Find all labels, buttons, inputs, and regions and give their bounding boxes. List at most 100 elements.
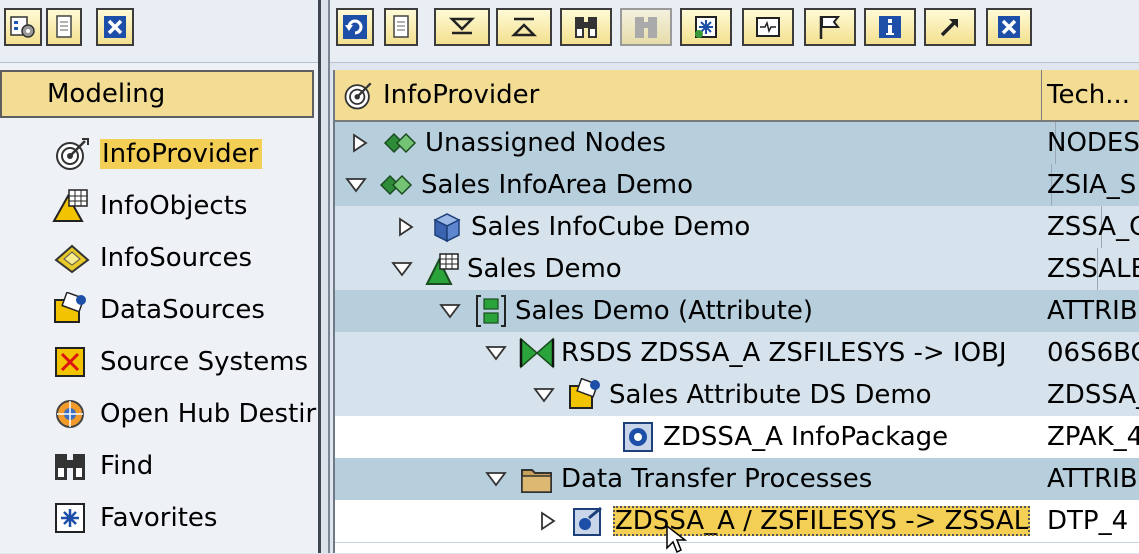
tree-toolbar xyxy=(330,0,1139,63)
datasource-icon xyxy=(569,378,600,409)
collapse-arrow-icon[interactable] xyxy=(533,384,555,406)
mouse-pointer-icon xyxy=(666,524,688,554)
tree-row[interactable]: Sales InfoCube Demo ZSSA_C xyxy=(335,206,1139,249)
tree-row-label: Sales Attribute DS Demo xyxy=(609,380,932,410)
info-button[interactable] xyxy=(864,8,916,46)
collapse-arrow-icon[interactable] xyxy=(345,174,367,196)
collapse-arrow-icon[interactable] xyxy=(485,468,507,490)
tree-row-selected[interactable]: ZDSSA_A / ZSFILESYS -> ZSSAL DTP_4 xyxy=(335,500,1139,543)
nav-item-open-hub[interactable]: Open Hub Destir xyxy=(52,391,318,437)
add-favorite-button[interactable] xyxy=(680,8,732,46)
collapse-all-icon xyxy=(510,17,538,37)
collapse-arrow-icon[interactable] xyxy=(485,342,507,364)
tree-row-tech: ZSIA_S xyxy=(1047,170,1137,200)
nav-item-source-systems[interactable]: Source Systems xyxy=(52,339,318,385)
tree-row-tech: 06S6BC xyxy=(1047,338,1139,368)
nav-item-label: InfoObjects xyxy=(100,191,248,221)
infoobject-icon xyxy=(52,189,88,222)
tree-row[interactable]: Sales Demo (Attribute) ATTRIB xyxy=(335,290,1139,333)
column-header-tech[interactable]: Tech... xyxy=(1043,70,1139,120)
nav-item-favorites[interactable]: Favorites xyxy=(52,495,318,541)
open-hub-icon xyxy=(56,400,84,428)
find-next-button[interactable] xyxy=(620,8,672,46)
flag-icon xyxy=(819,16,841,39)
nav-item-infoprovider[interactable]: InfoProvider xyxy=(52,131,318,177)
find-next-icon xyxy=(635,17,657,38)
tree-row-label: Data Transfer Processes xyxy=(561,464,873,494)
infoarea-icon xyxy=(383,132,417,154)
modeling-header[interactable]: Modeling xyxy=(0,70,314,118)
info-icon xyxy=(879,16,901,38)
nav-item-label: Favorites xyxy=(100,503,218,533)
column-header-infoprovider[interactable]: InfoProvider xyxy=(335,70,1042,120)
tree-column-header: InfoProvider Tech... xyxy=(335,70,1139,122)
tree-row-tech: ZPAK_4 xyxy=(1047,422,1139,452)
binoculars-icon xyxy=(55,454,85,480)
nav-item-infoobjects[interactable]: InfoObjects xyxy=(52,183,318,229)
collapse-arrow-icon[interactable] xyxy=(391,258,413,280)
document-button[interactable] xyxy=(384,8,418,46)
expand-arrow-icon[interactable] xyxy=(349,132,371,154)
nav-item-label: DataSources xyxy=(100,295,265,325)
tree-row-label: Sales InfoCube Demo xyxy=(471,212,751,242)
find-button[interactable] xyxy=(560,8,612,46)
transformation-icon xyxy=(519,337,555,369)
display-button[interactable] xyxy=(742,8,794,46)
close-button[interactable] xyxy=(986,8,1032,46)
collapse-arrow-icon[interactable] xyxy=(439,300,461,322)
tree-row-label: Sales Demo xyxy=(467,254,622,284)
jump-button[interactable] xyxy=(924,8,976,46)
tree-row-label: Sales Demo (Attribute) xyxy=(515,296,814,326)
expand-all-button[interactable] xyxy=(434,8,490,46)
nav-item-label: Open Hub Destir xyxy=(100,399,317,429)
nav-item-label: Find xyxy=(100,451,154,481)
close-button[interactable] xyxy=(96,8,134,46)
expand-arrow-icon[interactable] xyxy=(395,216,417,238)
tree-row-label: Sales InfoArea Demo xyxy=(421,170,694,200)
tree-row[interactable]: Data Transfer Processes ATTRIB xyxy=(335,458,1139,501)
arrow-icon xyxy=(940,19,958,37)
infoobject-icon xyxy=(425,253,459,285)
refresh-icon xyxy=(343,15,367,39)
infoarea-icon xyxy=(379,174,413,196)
dtp-icon xyxy=(573,506,602,536)
tree-row[interactable]: ZDSSA_A InfoPackage ZPAK_4 xyxy=(335,416,1139,459)
tree-row-tech: ZSSA_C xyxy=(1047,212,1139,242)
document-icon xyxy=(56,15,72,38)
pane-splitter[interactable] xyxy=(318,0,330,553)
navigation-toolbar xyxy=(0,0,318,63)
flag-button[interactable] xyxy=(804,8,856,46)
column-label: Tech... xyxy=(1047,80,1131,110)
tree-row-label: ZDSSA_A InfoPackage xyxy=(663,422,949,452)
tree-row[interactable]: Sales Demo ZSSALE xyxy=(335,248,1139,291)
tree-row[interactable]: Sales InfoArea Demo ZSIA_S xyxy=(335,164,1139,207)
refresh-button[interactable] xyxy=(336,8,374,46)
tree-row[interactable]: Sales Attribute DS Demo ZDSSA_ xyxy=(335,374,1139,417)
close-icon xyxy=(998,16,1020,38)
infoprovider-icon xyxy=(56,138,89,170)
tree-row-label: Unassigned Nodes xyxy=(425,128,666,158)
nav-item-datasources[interactable]: DataSources xyxy=(52,287,318,333)
display-icon xyxy=(756,17,780,37)
nav-item-label: InfoSources xyxy=(100,243,253,273)
collapse-all-button[interactable] xyxy=(496,8,552,46)
tree-row-label: RSDS ZDSSA_A ZSFILESYS -> IOBJ xyxy=(561,338,1007,368)
nav-item-label: InfoProvider xyxy=(100,139,263,169)
infocube-icon xyxy=(433,213,461,243)
folder-icon xyxy=(521,469,552,493)
expand-arrow-icon[interactable] xyxy=(537,510,559,532)
close-icon xyxy=(104,16,126,38)
navigation-pane: Modeling InfoProvider InfoObjects InfoSo… xyxy=(0,0,318,553)
tree-row[interactable]: Unassigned Nodes NODES xyxy=(335,122,1139,165)
tree-settings-button[interactable] xyxy=(4,8,42,46)
favorite-add-icon xyxy=(695,16,717,38)
tree-row-tech: ATTRIB xyxy=(1047,464,1138,494)
nav-item-find[interactable]: Find xyxy=(52,443,318,489)
nav-item-infosources[interactable]: InfoSources xyxy=(52,235,318,281)
document-button[interactable] xyxy=(46,8,82,46)
datasource-icon xyxy=(54,292,86,323)
infosource-icon xyxy=(54,244,90,274)
favorites-icon xyxy=(55,503,85,533)
tree-row[interactable]: RSDS ZDSSA_A ZSFILESYS -> IOBJ 06S6BC xyxy=(335,332,1139,375)
infoprovider-tree: InfoProvider Tech... Unassigned Nodes NO… xyxy=(333,70,1139,553)
